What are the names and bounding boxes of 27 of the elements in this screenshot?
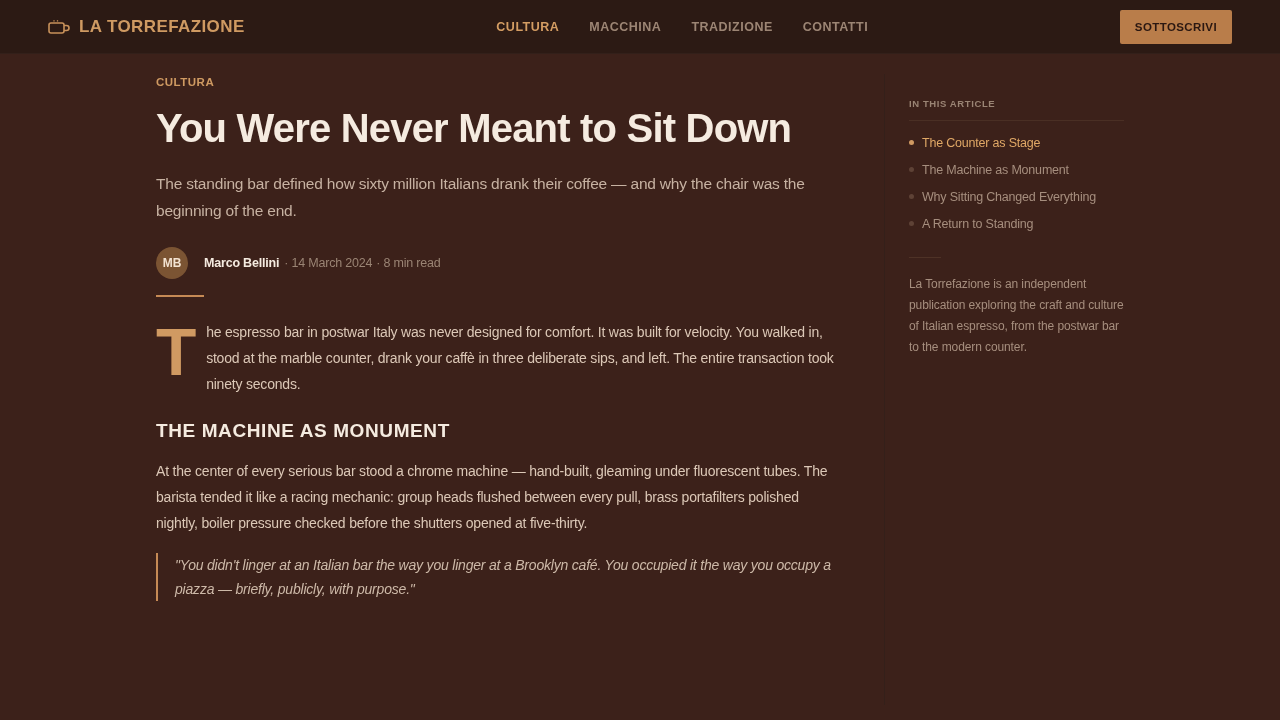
nav-link[interactable]: CULTURA (496, 19, 560, 34)
section-heading: THE MACHINE AS MONUMENT (156, 419, 451, 443)
bullet-dot-icon (909, 167, 914, 172)
toc-heading: IN THIS ARTICLE (909, 97, 1124, 121)
author-avatar: MB (156, 247, 188, 279)
site-logo[interactable]: LA TORREFAZIONE (79, 16, 245, 37)
subscribe-button[interactable]: SOTTOSCRIVI (1119, 9, 1232, 44)
bullet-dot-icon (909, 140, 914, 145)
category-label: CULTURA (156, 75, 216, 90)
bullet-dot-icon (909, 194, 914, 199)
nav-link[interactable]: MACCHINA (589, 19, 662, 34)
publish-date: · 14 March 2024 (284, 256, 373, 270)
bullet-dot-icon (909, 221, 914, 226)
article-title: You Were Never Meant to Sit Down (156, 105, 793, 152)
toc-link[interactable]: A Return to Standing (922, 216, 1034, 231)
about-text: La Torrefazione is an independent publication exploring the craft and culture of Italian espresso, from the postwar bar to the modern counter. (909, 276, 1124, 356)
read-time: · 8 min read (376, 256, 441, 270)
article-subtitle: The standing bar defined how sixty million Italians drank their coffee — and why the chair was the beginning of the end. (156, 174, 806, 221)
body-paragraph: At the center of every serious bar stood a chrome machine — hand-built, gleaming under fluorescent tubes. The barista tended it like a racing mechanic: group heads flushed between every pull, brass portafilters polished nightly, boiler pressure checked before the shutters opened at five-thirty. (156, 462, 829, 533)
toc-link[interactable]: The Counter as Stage (922, 135, 1041, 150)
toc-link[interactable]: Why Sitting Changed Everything (922, 189, 1096, 204)
nav-link[interactable]: TRADIZIONE (691, 19, 773, 34)
pull-quote: "You didn't linger at an Italian bar the way you linger at a Brooklyn café. You occupied it the way you occupy a piazza — briefly, publicly, with purpose." (156, 553, 836, 601)
cup-icon (48, 19, 70, 34)
toc-link[interactable]: The Machine as Monument (922, 162, 1069, 177)
author-name[interactable]: Marco Bellini (204, 256, 280, 270)
nav-link[interactable]: CONTATTI (802, 19, 869, 34)
